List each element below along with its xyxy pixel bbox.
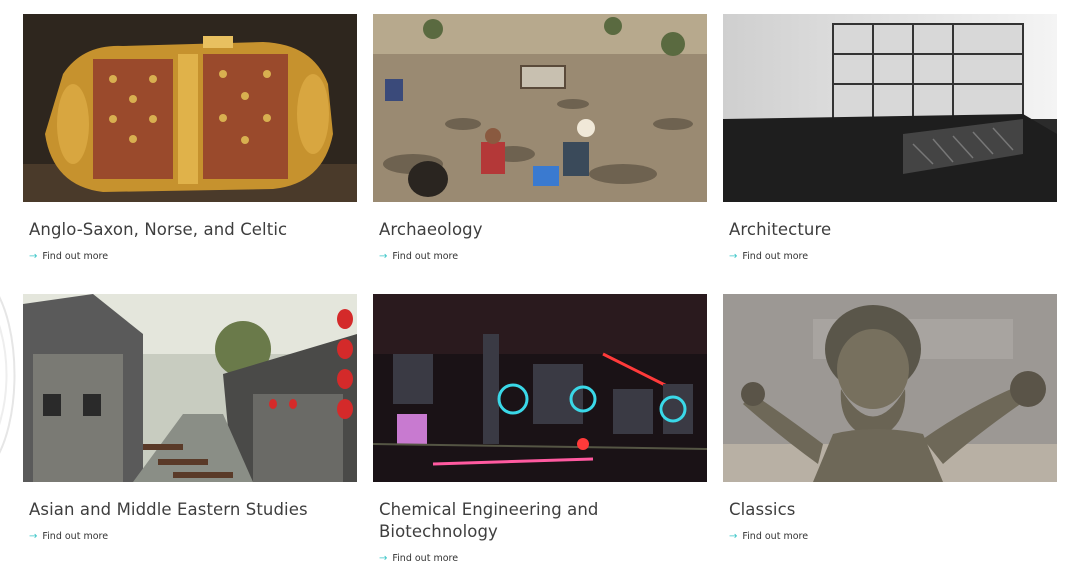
card-image[interactable] — [723, 294, 1057, 482]
card-title[interactable]: Architecture — [729, 219, 1057, 241]
link-label: Find out more — [742, 531, 809, 542]
subject-card[interactable]: Archaeology → Find out more — [373, 14, 707, 262]
card-image[interactable] — [23, 294, 357, 482]
arrow-right-icon: → — [379, 250, 388, 262]
subject-card[interactable]: Asian and Middle Eastern Studies → Find … — [23, 294, 357, 542]
arrow-right-icon: → — [729, 530, 738, 542]
card-title[interactable]: Classics — [729, 499, 1057, 521]
card-image[interactable] — [373, 294, 707, 482]
find-out-more-link[interactable]: → Find out more — [729, 531, 1057, 542]
subject-card[interactable]: Classics → Find out more — [723, 294, 1057, 542]
find-out-more-link[interactable]: → Find out more — [379, 251, 707, 262]
link-label: Find out more — [392, 251, 459, 262]
card-image[interactable] — [23, 14, 357, 202]
arrow-right-icon: → — [29, 530, 38, 542]
link-label: Find out more — [42, 251, 109, 262]
card-image[interactable] — [373, 14, 707, 202]
subject-card[interactable]: Chemical Engineering and Biotechnology →… — [373, 294, 707, 564]
arrow-right-icon: → — [29, 250, 38, 262]
link-label: Find out more — [742, 251, 809, 262]
find-out-more-link[interactable]: → Find out more — [379, 553, 707, 564]
card-title[interactable]: Asian and Middle Eastern Studies — [29, 499, 357, 521]
card-title[interactable]: Archaeology — [379, 219, 707, 241]
subject-card[interactable]: Anglo-Saxon, Norse, and Celtic → Find ou… — [23, 14, 357, 262]
link-label: Find out more — [42, 531, 109, 542]
find-out-more-link[interactable]: → Find out more — [29, 251, 357, 262]
link-label: Find out more — [392, 553, 459, 564]
arrow-right-icon: → — [729, 250, 738, 262]
card-title[interactable]: Chemical Engineering and Biotechnology — [379, 499, 707, 543]
arrow-right-icon: → — [379, 552, 388, 564]
card-title[interactable]: Anglo-Saxon, Norse, and Celtic — [29, 219, 357, 241]
find-out-more-link[interactable]: → Find out more — [729, 251, 1057, 262]
card-image[interactable] — [723, 14, 1057, 202]
subject-card[interactable]: Architecture → Find out more — [723, 14, 1057, 262]
find-out-more-link[interactable]: → Find out more — [29, 531, 357, 542]
